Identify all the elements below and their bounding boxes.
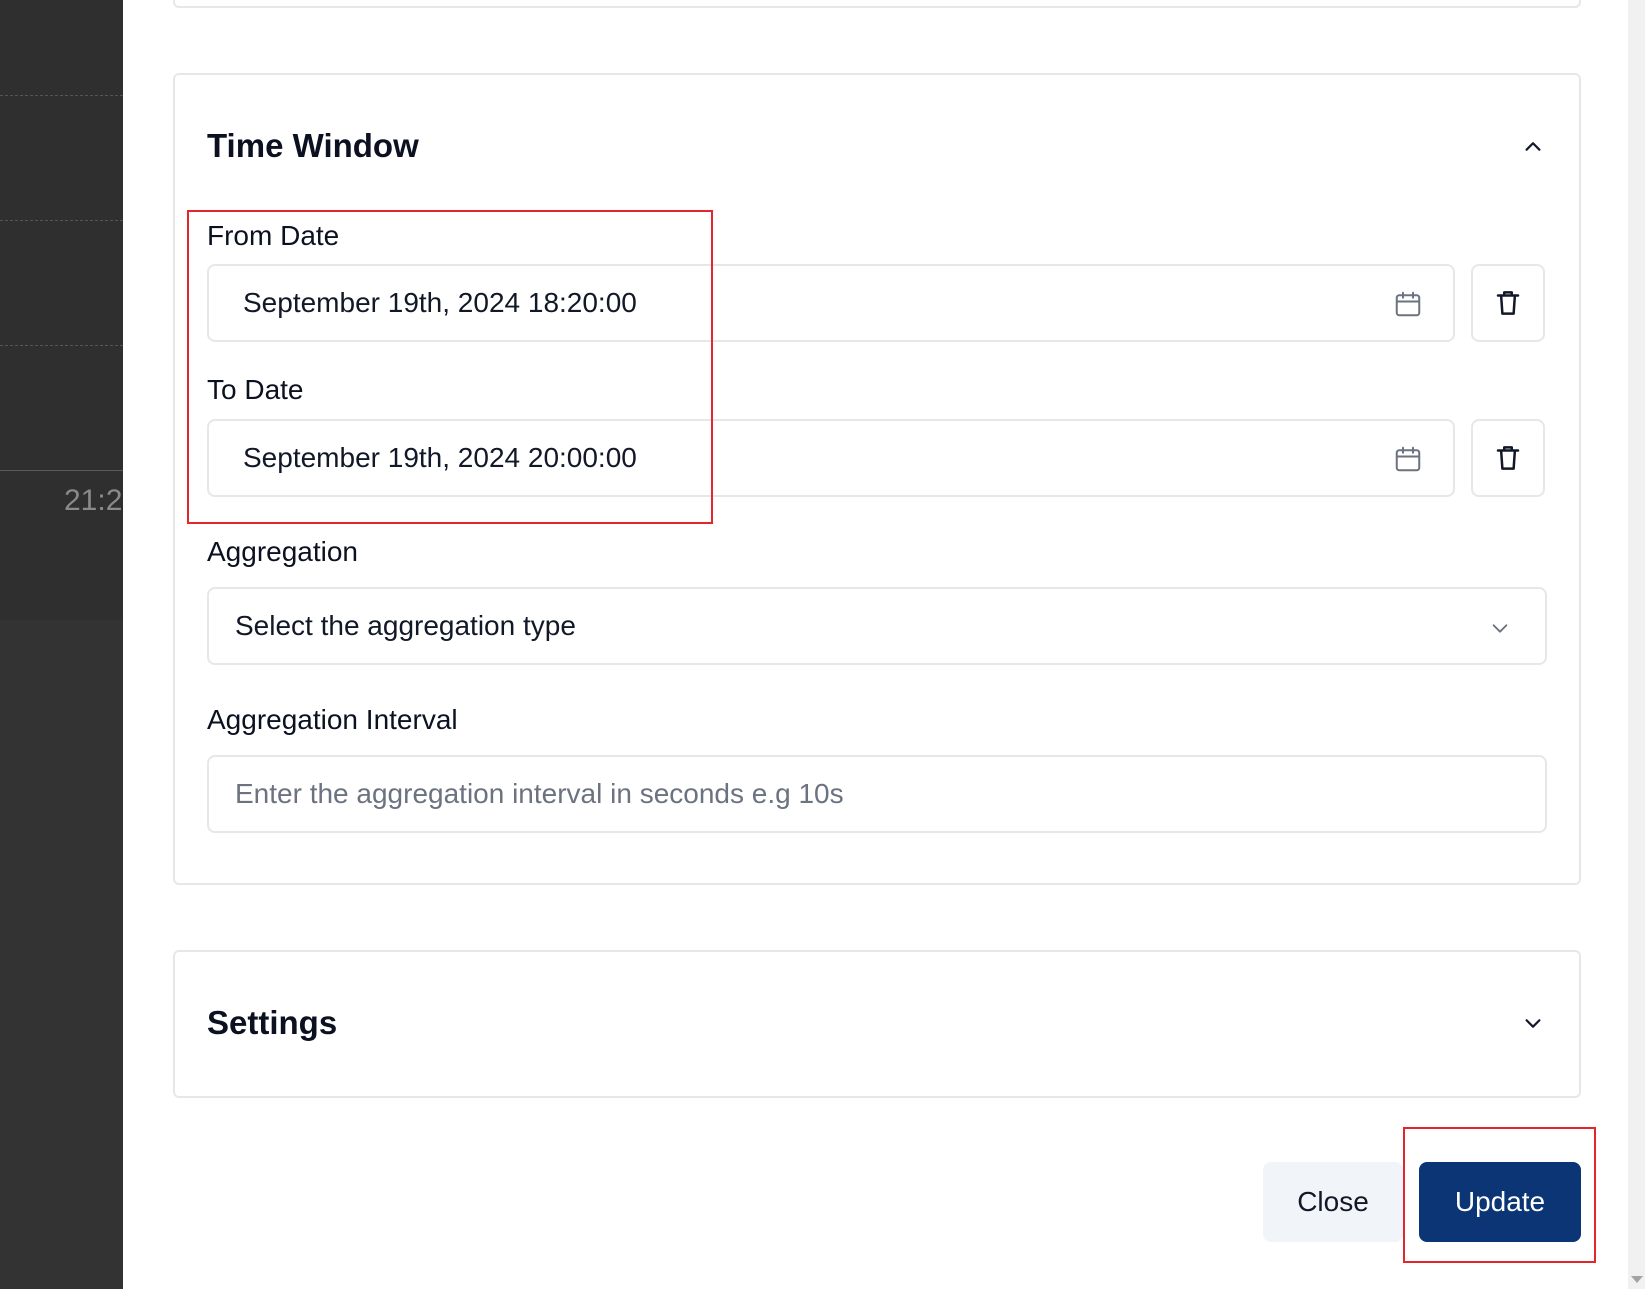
from-date-field[interactable]: September 19th, 2024 18:20:00 [207, 264, 1455, 342]
background-chart: 21:2 [0, 0, 123, 620]
to-date-field[interactable]: September 19th, 2024 20:00:00 [207, 419, 1455, 497]
aggregation-label: Aggregation [207, 536, 359, 567]
trash-icon [1496, 446, 1520, 470]
aggregation-selected-value: Select the aggregation type [235, 610, 576, 641]
clear-from-date-button[interactable] [1471, 264, 1545, 342]
chevron-up-icon[interactable] [1522, 135, 1544, 157]
scrollbar[interactable] [1628, 0, 1645, 1289]
settings-section[interactable]: Settings [173, 950, 1581, 1098]
chart-gridline [0, 95, 123, 96]
chart-x-tick-label: 21:2 [64, 484, 123, 517]
close-button[interactable]: Close [1263, 1162, 1403, 1242]
chart-gridline [0, 345, 123, 346]
chart-gridline [0, 220, 123, 221]
to-date-label: To Date [207, 374, 304, 405]
from-date-label: From Date [207, 220, 340, 251]
aggregation-select[interactable]: Select the aggregation type [207, 587, 1547, 665]
trash-icon [1496, 291, 1520, 315]
time-window-title: Time Window [207, 127, 419, 164]
time-window-section: Time Window From Date September 19th, 20… [173, 73, 1581, 885]
chevron-down-icon[interactable] [1522, 1012, 1544, 1034]
calendar-icon[interactable] [1393, 288, 1423, 320]
calendar-icon[interactable] [1393, 443, 1423, 475]
scroll-down-arrow-icon[interactable] [1631, 1276, 1643, 1283]
settings-title: Settings [207, 1004, 338, 1041]
aggregation-interval-label: Aggregation Interval [207, 704, 458, 735]
aggregation-interval-input[interactable] [207, 755, 1547, 833]
previous-section-card [173, 0, 1581, 8]
update-button[interactable]: Update [1419, 1162, 1581, 1242]
edit-drawer: Time Window From Date September 19th, 20… [123, 0, 1628, 1289]
chart-x-axis [0, 470, 123, 471]
clear-to-date-button[interactable] [1471, 419, 1545, 497]
from-date-value: September 19th, 2024 18:20:00 [243, 287, 637, 318]
to-date-value: September 19th, 2024 20:00:00 [243, 442, 637, 473]
background-overlay[interactable]: 21:2 [0, 0, 123, 1289]
chevron-down-icon [1492, 624, 1508, 633]
